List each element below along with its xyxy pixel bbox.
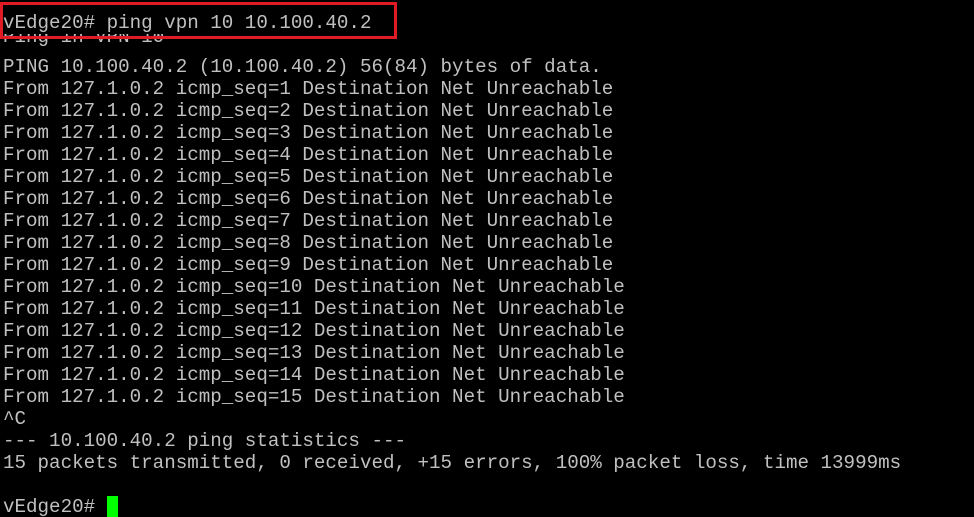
output-line: PING 10.100.40.2 (10.100.40.2) 56(84) by…: [3, 56, 602, 78]
output-line: From 127.1.0.2 icmp_seq=10 Destination N…: [3, 276, 625, 298]
output-line: From 127.1.0.2 icmp_seq=5 Destination Ne…: [3, 166, 614, 188]
output-line: From 127.1.0.2 icmp_seq=8 Destination Ne…: [3, 232, 614, 254]
output-line: From 127.1.0.2 icmp_seq=2 Destination Ne…: [3, 100, 614, 122]
output-line: ^C: [3, 408, 27, 430]
command-line: vEdge20# ping vpn 10 10.100.40.2: [3, 12, 372, 34]
output-line: From 127.1.0.2 icmp_seq=1 Destination Ne…: [3, 78, 614, 100]
shell-prompt: vEdge20#: [3, 496, 96, 517]
text-cursor: [107, 496, 119, 517]
output-line: Ping in VPN 10: [3, 34, 901, 56]
output-line: From 127.1.0.2 icmp_seq=9 Destination Ne…: [3, 254, 614, 276]
output-line: From 127.1.0.2 icmp_seq=7 Destination Ne…: [3, 210, 614, 232]
output-line: From 127.1.0.2 icmp_seq=6 Destination Ne…: [3, 188, 614, 210]
output-line: From 127.1.0.2 icmp_seq=3 Destination Ne…: [3, 122, 614, 144]
output-line: From 127.1.0.2 icmp_seq=4 Destination Ne…: [3, 144, 614, 166]
output-line: From 127.1.0.2 icmp_seq=14 Destination N…: [3, 364, 625, 386]
prompt-line[interactable]: vEdge20#: [3, 496, 901, 517]
output-line: From 127.1.0.2 icmp_seq=13 Destination N…: [3, 342, 625, 364]
output-line: From 127.1.0.2 icmp_seq=15 Destination N…: [3, 386, 625, 408]
output-line: From 127.1.0.2 icmp_seq=11 Destination N…: [3, 298, 625, 320]
output-line: From 127.1.0.2 icmp_seq=12 Destination N…: [3, 320, 625, 342]
output-line: --- 10.100.40.2 ping statistics ---: [3, 430, 407, 452]
output-line: 15 packets transmitted, 0 received, +15 …: [3, 452, 902, 474]
terminal-window[interactable]: vEdge20# ping vpn 10 10.100.40.2 Ping in …: [0, 0, 974, 517]
terminal-output: vEdge20# ping vpn 10 10.100.40.2 Ping in …: [3, 12, 901, 517]
ping-vpn-banner: Ping in VPN 10: [3, 34, 165, 48]
